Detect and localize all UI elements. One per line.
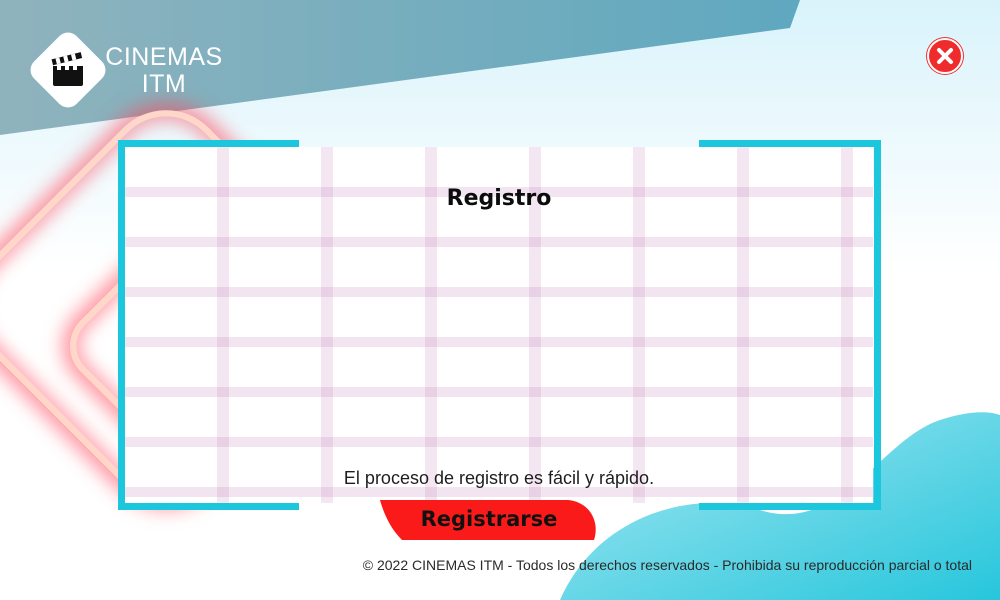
- panel-description: El proceso de registro es fácil y rápido…: [343, 468, 655, 488]
- register-button[interactable]: Registrarse: [378, 498, 600, 540]
- page-background: CINEMAS ITM Registro El proceso de regis…: [0, 0, 1000, 600]
- brand-name: CINEMAS ITM: [104, 44, 224, 98]
- panel-frame-bottom-left: [118, 503, 299, 510]
- close-icon: [937, 48, 953, 64]
- footer-copyright: © 2022 CINEMAS ITM - Todos los derechos …: [362, 557, 972, 573]
- panel-frame-left: [118, 140, 125, 510]
- clapperboard-icon: [51, 52, 83, 86]
- panel-title: Registro: [446, 186, 552, 211]
- panel-frame-top-right: [699, 140, 881, 147]
- panel-frame-top-left: [118, 140, 299, 147]
- register-button-label: Registrarse: [420, 507, 558, 531]
- close-button[interactable]: [927, 38, 963, 74]
- brand-name-line1: CINEMAS: [105, 43, 223, 71]
- brand-name-line2: ITM: [141, 70, 187, 98]
- panel-frame-right: [874, 140, 881, 510]
- panel-frame-bottom-right: [699, 503, 881, 510]
